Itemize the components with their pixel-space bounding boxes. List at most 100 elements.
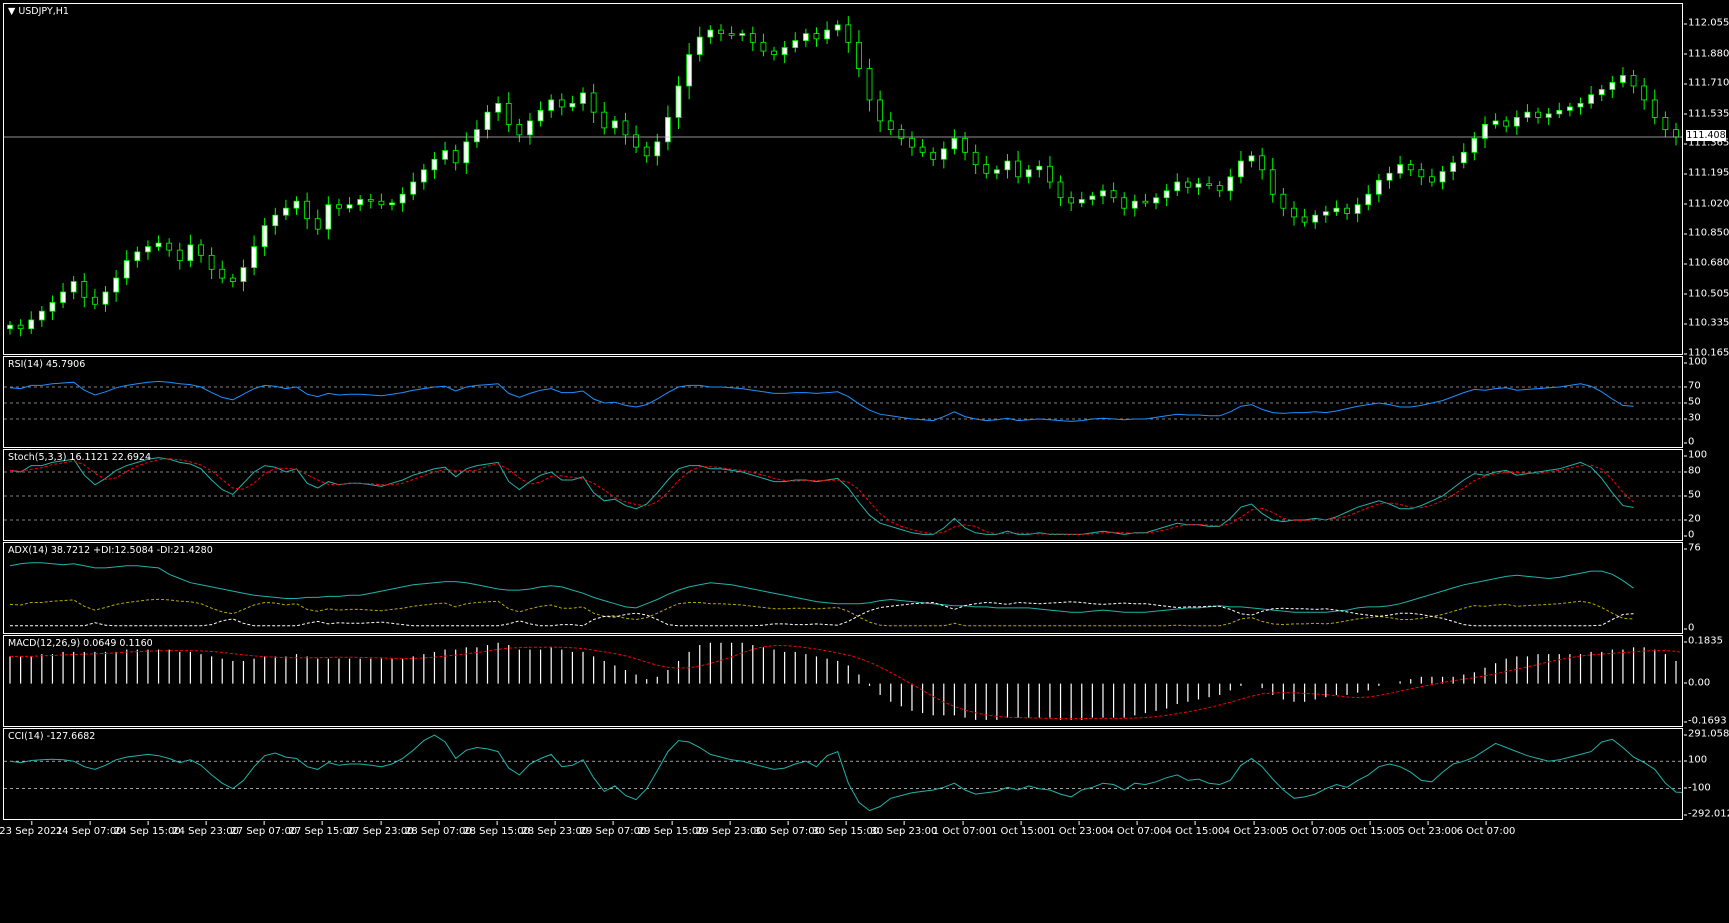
- candle-body: [1386, 172, 1393, 181]
- candle-body: [728, 33, 735, 36]
- candle-body: [1662, 117, 1669, 131]
- candle-body: [1184, 181, 1191, 188]
- macd-scale-tick: 0.00: [1683, 677, 1711, 689]
- candle-body: [1322, 211, 1329, 216]
- symbol-label[interactable]: ▼ USDJPY,H1: [8, 6, 69, 17]
- candle-body: [1333, 207, 1340, 213]
- candle-body: [1238, 160, 1244, 178]
- stoch-signal-line: [9, 458, 1634, 535]
- candle-body: [484, 111, 491, 131]
- candle-body: [1142, 200, 1149, 204]
- rsi-scale-tick: 30: [1684, 412, 1701, 424]
- candle-body: [1269, 169, 1276, 195]
- current-price-marker: 111.408: [1686, 130, 1726, 142]
- cci-scale-tick: -100: [1684, 782, 1711, 794]
- candle-body: [336, 204, 342, 209]
- candle-body: [940, 148, 947, 160]
- candle-body: [558, 99, 565, 108]
- candle-body: [527, 120, 533, 136]
- candle-body: [1301, 216, 1308, 223]
- candle-body: [261, 225, 268, 248]
- candle-body: [1375, 179, 1382, 195]
- stoch-scale-tick: 20: [1684, 513, 1701, 525]
- rsi-chart: [4, 380, 1682, 422]
- macd-scale-tick: 0.1835: [1684, 635, 1723, 647]
- candle-body: [962, 137, 968, 153]
- candle-body: [972, 151, 979, 165]
- stoch-scale-tick: 100: [1683, 449, 1708, 461]
- price-scale-tick: 112.055: [1683, 17, 1729, 29]
- candle-body: [718, 29, 724, 35]
- adx-pane[interactable]: ADX(14) 38.7212 +DI:12.5084 -DI:21.4280: [3, 542, 1683, 634]
- collapse-triangle-icon[interactable]: ▼: [8, 6, 18, 17]
- adx-label: ADX(14) 38.7212 +DI:12.5084 -DI:21.4280: [8, 545, 213, 556]
- price-scale-tick: 110.850: [1683, 227, 1729, 239]
- time-axis-label: 4 Oct 15:00: [1165, 821, 1225, 837]
- stoch-chart: [4, 457, 1682, 535]
- candle-body: [930, 151, 937, 160]
- candle-body: [282, 207, 289, 216]
- price-scale[interactable]: 112.055 111.880 111.710 111.535 111.365 111.1…: [1683, 3, 1729, 359]
- price-scale-tick: 111.020: [1683, 198, 1729, 210]
- candle-body: [1280, 193, 1287, 209]
- candle-body: [1535, 111, 1541, 118]
- candle-body: [251, 246, 257, 268]
- candle-body: [1429, 176, 1435, 183]
- candle-body: [1673, 129, 1679, 138]
- candle-body: [1365, 193, 1372, 206]
- candle-body: [1206, 183, 1212, 186]
- cci-scale-tick: -292.0126: [1683, 809, 1729, 820]
- candle-body: [1004, 160, 1011, 171]
- candle-body: [1100, 190, 1106, 197]
- candle-body: [123, 260, 130, 279]
- candle-body: [1354, 204, 1361, 214]
- cci-label: CCI(14) -127.6682: [8, 731, 96, 742]
- cci-scale-tick: 291.0583: [1684, 729, 1729, 740]
- candle-body: [1545, 113, 1552, 118]
- candle-body: [1110, 190, 1117, 199]
- cci-pane[interactable]: CCI(14) -127.6682: [3, 728, 1683, 820]
- candle-body: [1047, 165, 1053, 183]
- time-axis-label: 1 Oct 15:00: [990, 821, 1050, 837]
- price-chart[interactable]: [4, 4, 1683, 355]
- candle-body: [463, 141, 470, 164]
- candle-body: [1312, 214, 1319, 223]
- candle-body: [1577, 103, 1584, 108]
- time-axis[interactable]: 23 Sep 2021 24 Sep 07:00 24 Sep 15:00 24 Se…: [0, 821, 1729, 841]
- candle-body: [134, 251, 141, 261]
- candle-body: [866, 68, 873, 101]
- cci-line: [9, 734, 1682, 812]
- candle-body: [1418, 169, 1425, 178]
- candle-body: [1524, 111, 1531, 118]
- time-axis-label: 5 Oct 15:00: [1340, 821, 1400, 837]
- candle-body: [1163, 190, 1170, 199]
- candle-body: [516, 123, 523, 136]
- candle-body: [1344, 207, 1350, 214]
- candle-body: [367, 199, 374, 202]
- time-axis-label: 29 Sep 15:00: [637, 821, 705, 837]
- rsi-scale-tick: 50: [1684, 396, 1701, 408]
- adx-scale-tick: 0: [1683, 622, 1695, 634]
- rsi-scale-tick: 0: [1683, 436, 1695, 448]
- rsi-scale: 100 70 50 30 0: [1683, 356, 1729, 448]
- rsi-pane[interactable]: RSI(14) 45.7906: [3, 356, 1683, 448]
- time-axis-label: 5 Oct 07:00: [1281, 821, 1341, 837]
- candle-body: [1630, 75, 1637, 87]
- candle-body: [1482, 123, 1488, 139]
- candle-body: [590, 92, 597, 113]
- candle-body: [1556, 110, 1563, 115]
- candle-body: [707, 29, 714, 38]
- stoch-scale-tick: 80: [1684, 465, 1701, 477]
- candle-body: [357, 199, 364, 206]
- price-pane[interactable]: ▼ USDJPY,H1: [3, 3, 1683, 355]
- candle-body: [346, 204, 353, 209]
- stoch-pane[interactable]: Stoch(5,3,3) 16.1121 22.6924: [3, 449, 1683, 541]
- candle-body: [314, 218, 321, 230]
- macd-pane[interactable]: MACD(12,26,9) 0.0649 0.1160: [3, 635, 1683, 727]
- candle-body: [1248, 155, 1255, 162]
- candle-body: [824, 29, 830, 40]
- candle-body: [240, 267, 247, 282]
- candle-body: [91, 296, 98, 305]
- candle-body: [792, 40, 799, 48]
- candle-body: [1216, 185, 1223, 192]
